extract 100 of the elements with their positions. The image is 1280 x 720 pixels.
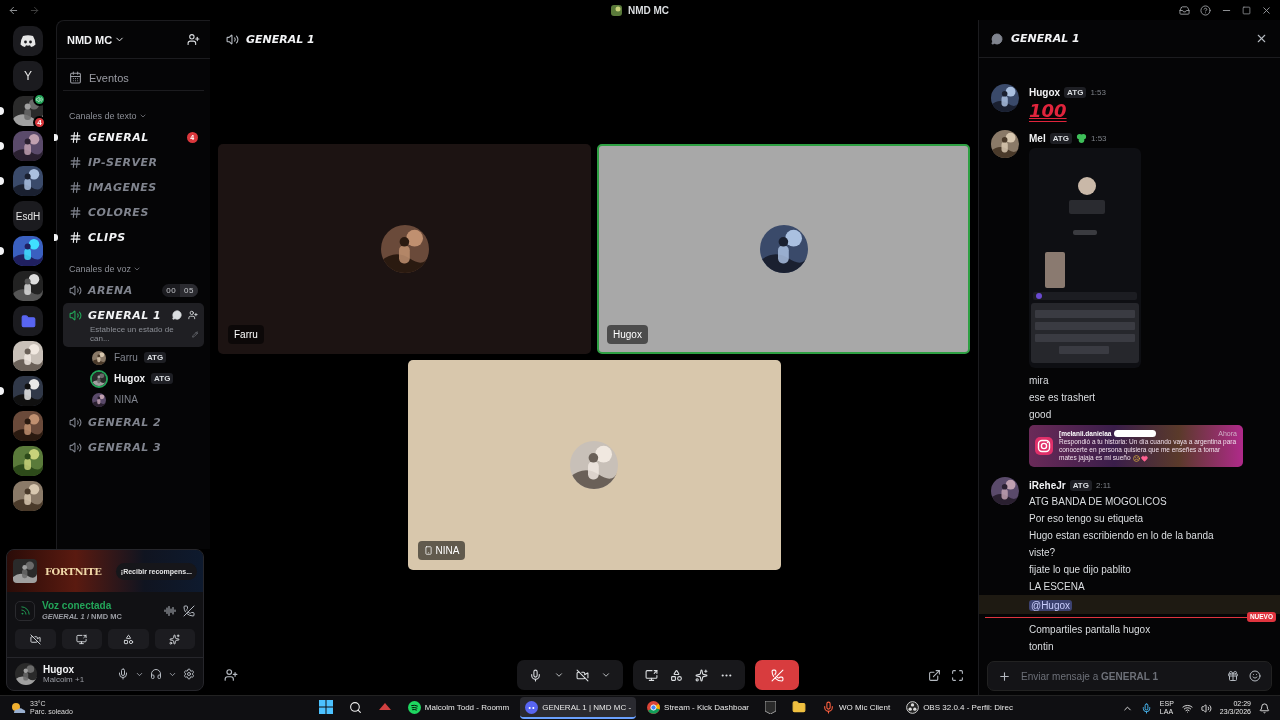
disconnect-icon[interactable] — [183, 604, 195, 617]
sad-face-icon — [1132, 454, 1140, 462]
activities-button[interactable] — [108, 629, 149, 649]
hang-up-button[interactable] — [755, 660, 799, 690]
taskbar-app[interactable]: GENERAL 1 | NMD MC - — [520, 697, 637, 719]
taskbar-app[interactable]: Stream - Kick Dashboar — [642, 697, 754, 719]
windows-start-icon[interactable] — [318, 700, 333, 714]
soundboard-button[interactable] — [154, 629, 195, 649]
emoji-icon[interactable] — [1249, 670, 1261, 682]
camera-off-icon[interactable] — [576, 668, 589, 682]
channel-status: Establece un estado de can... — [90, 325, 175, 343]
text-channel[interactable]: CLIPS — [63, 225, 204, 250]
help-icon[interactable] — [1200, 4, 1211, 16]
author-name[interactable]: Mel — [1029, 132, 1046, 144]
notifications-icon[interactable] — [1259, 702, 1270, 714]
heart-icon — [1140, 454, 1148, 462]
video-tile[interactable]: NINA — [407, 359, 781, 570]
user-status: Malcolm +1 — [43, 675, 86, 684]
voice-member[interactable]: Hugox ATG — [57, 368, 210, 389]
voice-channel[interactable]: GENERAL 3 — [63, 435, 204, 460]
category-header[interactable]: Canales de voz — [57, 250, 210, 278]
speaker-icon — [69, 308, 82, 322]
microphone-icon[interactable] — [529, 668, 542, 682]
folder-icon[interactable] — [792, 700, 806, 714]
connection-icon[interactable] — [15, 600, 35, 621]
sparkles-icon[interactable] — [695, 668, 708, 682]
inbox-icon[interactable] — [1179, 4, 1190, 16]
text-channel[interactable]: COLORES — [63, 200, 204, 225]
folder-icon — [20, 313, 36, 329]
music-app-icon — [407, 700, 421, 714]
speaker-icon — [69, 441, 82, 454]
message-time: 1:53 — [1090, 87, 1106, 97]
author-name[interactable]: Hugox — [1029, 86, 1061, 98]
screen-share-icon[interactable] — [645, 668, 658, 682]
invite-icon[interactable] — [224, 668, 238, 682]
server-button[interactable]: EsdH — [13, 201, 43, 231]
invite-icon[interactable] — [188, 310, 198, 320]
text-channel[interactable]: IMAGENES — [63, 175, 204, 200]
video-tile[interactable]: Hugox — [597, 143, 970, 354]
caret-icon[interactable] — [554, 670, 564, 680]
text-channel[interactable]: IP-SERVER — [63, 150, 204, 175]
pop-out-icon[interactable] — [928, 668, 941, 682]
participant-name: Farru — [228, 324, 264, 344]
server-tag: ATG — [1069, 479, 1092, 491]
thread-icon — [991, 32, 1003, 45]
server-tag: ATG — [143, 352, 167, 363]
wifi-icon[interactable] — [1181, 702, 1193, 714]
message-text: viste? — [1029, 546, 1057, 560]
voice-channel[interactable]: ARENA 00 05 — [63, 278, 204, 303]
camera-button[interactable] — [15, 629, 56, 649]
screen-share-button[interactable] — [61, 629, 102, 649]
server-folder-button[interactable] — [13, 306, 43, 336]
category-header[interactable]: Canales de texto — [57, 97, 210, 125]
voice-member[interactable]: NINA — [57, 389, 210, 410]
microphone-app-icon — [822, 700, 835, 714]
voice-channel[interactable]: GENERAL 2 — [63, 410, 204, 435]
maximize-icon[interactable] — [1242, 5, 1251, 15]
back-icon[interactable] — [8, 4, 19, 16]
message-text: fijate lo que dijo pablito — [1029, 563, 1132, 577]
invite-icon[interactable] — [187, 33, 200, 46]
taskbar-app[interactable]: OBS 32.0.4 - Perfil: Direc — [901, 697, 1018, 719]
close-icon[interactable] — [1261, 4, 1272, 16]
message-text: LA ESCENA — [1029, 580, 1086, 594]
message-text: ese es trashert — [1029, 391, 1097, 405]
chat-icon[interactable] — [172, 310, 182, 320]
shapes-icon[interactable] — [670, 668, 683, 682]
fullscreen-icon[interactable] — [951, 668, 964, 682]
microphone-icon[interactable] — [117, 668, 129, 680]
server-tag: ATG — [1064, 86, 1087, 98]
server-button[interactable]: Y — [13, 61, 43, 91]
headphones-icon[interactable] — [150, 668, 162, 680]
launcher-icon[interactable] — [765, 700, 776, 714]
user-mention[interactable]: @Hugox — [1029, 600, 1073, 611]
video-tile[interactable]: Farru — [218, 143, 591, 354]
message-text: mira — [1029, 374, 1050, 388]
search-icon[interactable] — [348, 700, 362, 714]
events-item[interactable]: Eventos — [63, 65, 204, 91]
speaker-icon — [69, 284, 82, 297]
voice-member[interactable]: Farru ATG — [57, 347, 210, 368]
unread-indicator — [0, 177, 4, 185]
discord-home-button[interactable] — [13, 26, 43, 56]
taskbar-app[interactable]: WO Mic Client — [817, 697, 896, 719]
sound-wave-icon[interactable] — [164, 604, 176, 617]
volume-icon[interactable] — [1200, 702, 1212, 714]
close-icon[interactable] — [1255, 32, 1268, 45]
attach-icon[interactable] — [998, 669, 1011, 683]
gift-icon[interactable] — [1227, 670, 1239, 682]
screen-share-icon — [76, 633, 88, 645]
message-text: good — [1029, 408, 1053, 422]
voice-channel[interactable]: GENERAL 1 Establece un estado de can... — [63, 303, 204, 347]
author-name[interactable]: iReheJr — [1029, 479, 1066, 491]
server-name[interactable]: NMD MC — [67, 33, 126, 46]
browser-icon — [647, 700, 661, 714]
microphone-icon[interactable] — [1140, 702, 1152, 714]
taskbar-app[interactable]: Malcolm Todd - Roomm — [402, 697, 515, 719]
settings-icon[interactable] — [183, 668, 195, 680]
speaker-icon — [69, 416, 82, 429]
caret-icon[interactable] — [601, 670, 611, 680]
calendar-icon — [69, 71, 82, 84]
app-icon[interactable] — [377, 702, 392, 712]
